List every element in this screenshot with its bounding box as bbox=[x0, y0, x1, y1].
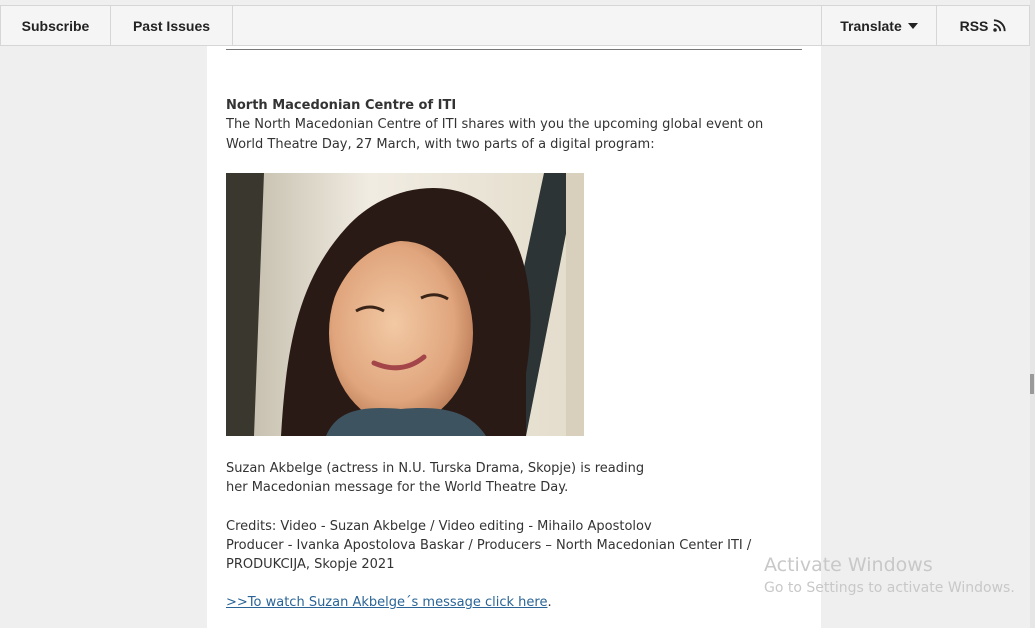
watermark-title: Activate Windows bbox=[764, 554, 933, 576]
window-right-edge bbox=[1030, 0, 1035, 628]
credits: Credits: Video - Suzan Akbelge / Video e… bbox=[226, 517, 806, 574]
watch-message-paragraph: >>To watch Suzan Akbelge´s message click… bbox=[226, 593, 552, 612]
watermark-subtitle: Go to Settings to activate Windows. bbox=[764, 580, 1015, 596]
watch-message-link[interactable]: >>To watch Suzan Akbelge´s message click… bbox=[226, 595, 547, 610]
credits-line: PRODUKCIJA, Skopje 2021 bbox=[226, 557, 395, 572]
translate-label: Translate bbox=[840, 17, 902, 34]
portrait-image bbox=[226, 173, 584, 436]
article-title: North Macedonian Centre of ITI bbox=[226, 98, 457, 113]
newsletter-content: North Macedonian Centre of ITI The North… bbox=[207, 46, 821, 628]
rss-label: RSS bbox=[959, 17, 989, 34]
link-suffix: . bbox=[547, 595, 552, 610]
portrait-photo bbox=[226, 173, 584, 436]
intro-line: World Theatre Day, 27 March, with two pa… bbox=[226, 136, 655, 152]
topbar-spacer bbox=[233, 6, 822, 45]
section-divider bbox=[226, 49, 802, 50]
subscribe-label: Subscribe bbox=[21, 17, 90, 34]
activate-windows-watermark: Activate Windows Go to Settings to activ… bbox=[764, 553, 1015, 599]
rss-icon bbox=[993, 19, 1007, 32]
caret-down-icon bbox=[907, 23, 918, 29]
credits-line: Producer - Ivanka Apostolova Baskar / Pr… bbox=[226, 538, 752, 553]
rss-button[interactable]: RSS bbox=[937, 6, 1029, 45]
credits-line: Credits: Video - Suzan Akbelge / Video e… bbox=[226, 519, 652, 534]
top-navigation-bar: Subscribe Past Issues Translate RSS bbox=[0, 5, 1030, 46]
caption-line: Suzan Akbelge (actress in N.U. Turska Dr… bbox=[226, 461, 645, 476]
translate-dropdown[interactable]: Translate bbox=[822, 6, 937, 45]
subscribe-button[interactable]: Subscribe bbox=[1, 6, 111, 45]
caption-line: her Macedonian message for the World The… bbox=[226, 480, 569, 495]
article-intro: The North Macedonian Centre of ITI share… bbox=[226, 115, 806, 154]
past-issues-label: Past Issues bbox=[132, 17, 211, 34]
past-issues-button[interactable]: Past Issues bbox=[111, 6, 233, 45]
intro-line: The North Macedonian Centre of ITI share… bbox=[226, 117, 764, 132]
scrollbar-thumb[interactable] bbox=[1030, 374, 1034, 394]
photo-caption: Suzan Akbelge (actress in N.U. Turska Dr… bbox=[226, 459, 806, 497]
